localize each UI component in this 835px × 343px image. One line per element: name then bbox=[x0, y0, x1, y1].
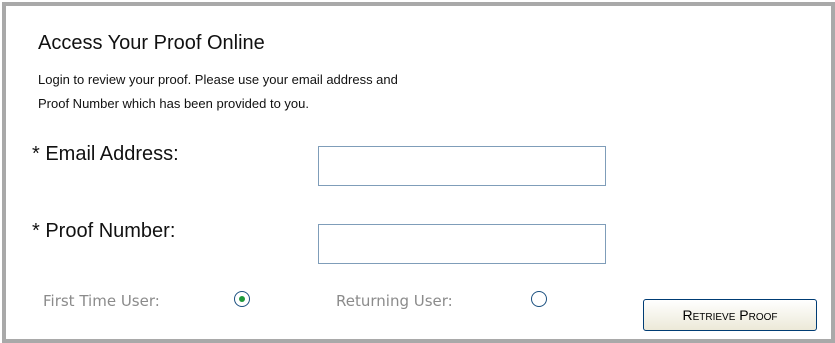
email-label: * Email Address: bbox=[32, 143, 179, 165]
page-title: Access Your Proof Online bbox=[38, 32, 265, 54]
description-line-2: Proof Number which has been provided to … bbox=[38, 96, 309, 111]
proof-number-input[interactable] bbox=[318, 224, 606, 264]
first-time-user-radio[interactable] bbox=[234, 291, 250, 307]
login-description: Login to review your proof. Please use y… bbox=[38, 68, 658, 116]
first-time-user-label: First Time User: bbox=[43, 292, 160, 310]
email-input[interactable] bbox=[318, 146, 606, 186]
proof-number-label: * Proof Number: bbox=[32, 220, 176, 242]
retrieve-proof-button[interactable]: Retrieve Proof bbox=[643, 299, 817, 331]
returning-user-label: Returning User: bbox=[336, 292, 453, 310]
returning-user-radio[interactable] bbox=[531, 291, 547, 307]
description-line-1: Login to review your proof. Please use y… bbox=[38, 72, 398, 87]
radio-selected-dot bbox=[238, 295, 245, 302]
proof-login-panel: Access Your Proof Online Login to review… bbox=[2, 2, 835, 343]
